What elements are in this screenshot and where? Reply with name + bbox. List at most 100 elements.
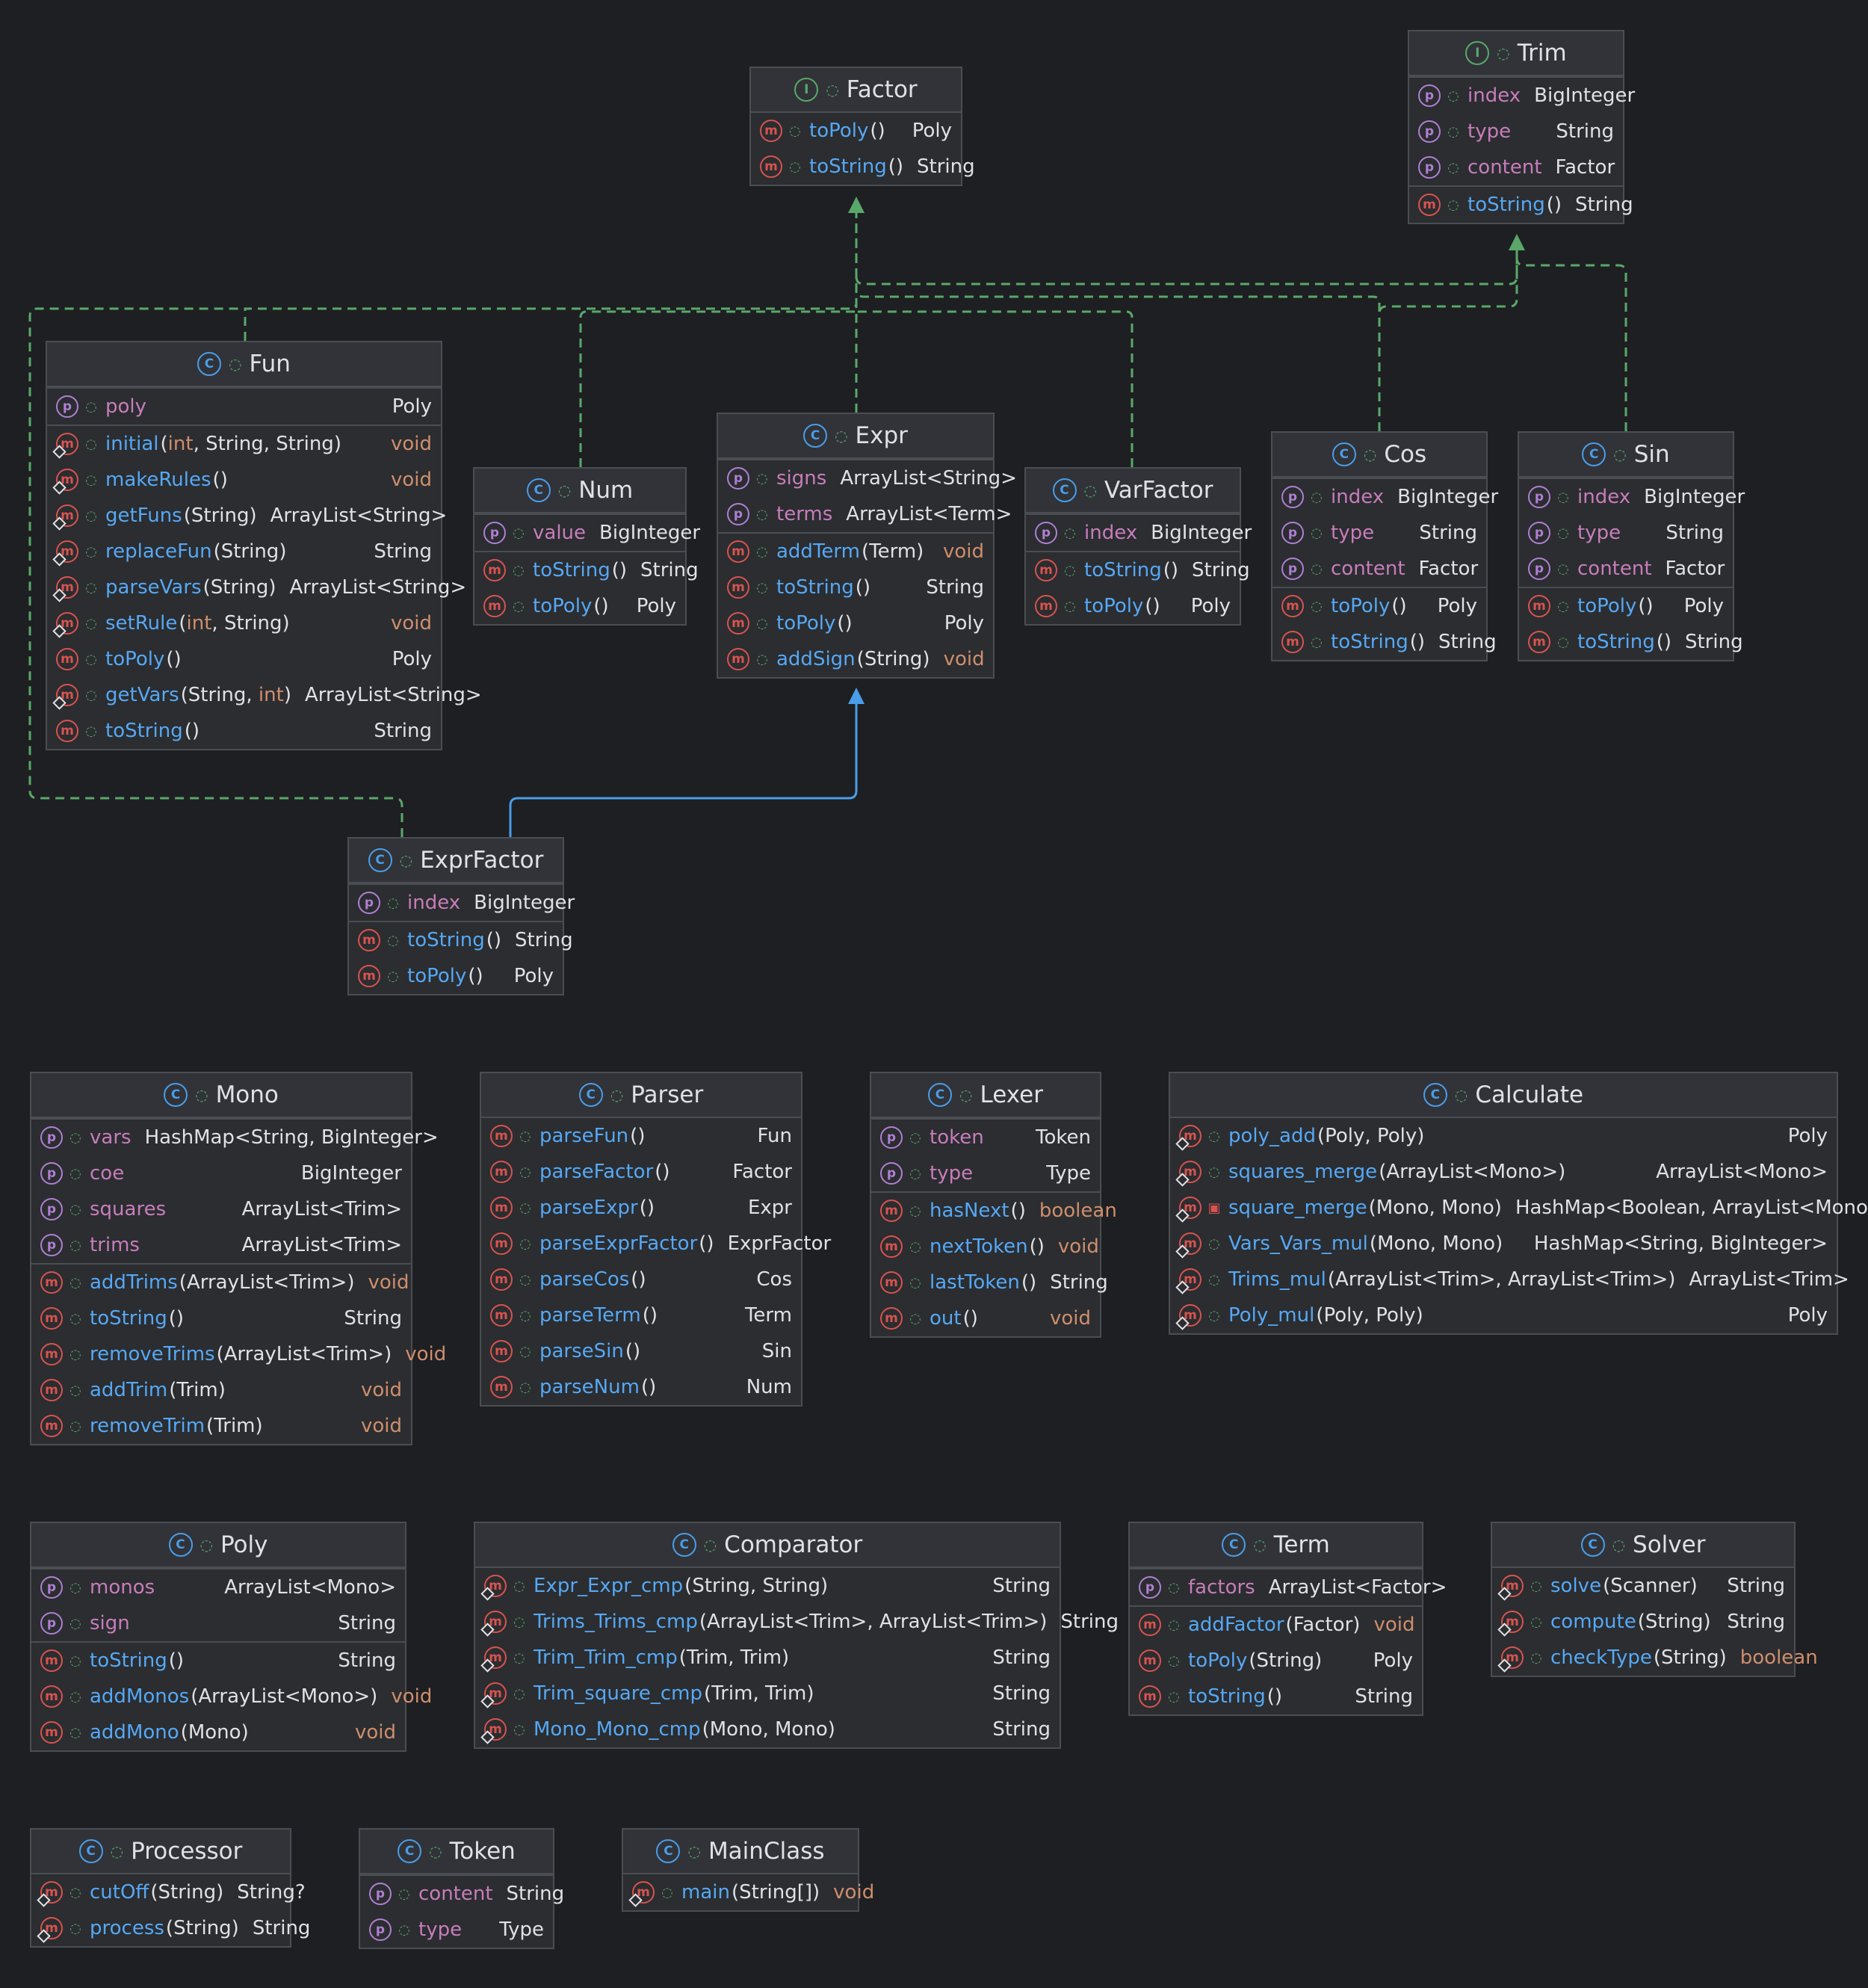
method-row[interactable]: m ◌ nextToken() void xyxy=(871,1229,1100,1265)
method-row[interactable]: m ◌ toString() String xyxy=(474,552,699,588)
method-row[interactable]: m ◌ getFuns (String) ArrayList<String> xyxy=(47,498,447,534)
field-row[interactable]: p ◌ content String xyxy=(360,1876,564,1912)
field-row[interactable]: p ◌ vars HashMap<String, BigInteger> xyxy=(31,1120,439,1155)
method-row[interactable]: m ◌ parseExprFactor() ExprFactor xyxy=(481,1226,831,1262)
method-row[interactable]: m ◌ addTerm (Term) void xyxy=(718,534,993,569)
method-row[interactable]: m ◌ parseNum() Num xyxy=(481,1369,801,1405)
method-row[interactable]: m ◌ parseFun() Fun xyxy=(481,1118,801,1154)
field-row[interactable]: p ◌ index BigInteger xyxy=(1026,515,1252,551)
method-row[interactable]: m ◌ removeTrims (ArrayList<Trim>) void xyxy=(31,1336,446,1372)
class-box-mono[interactable]: C ◌ Mono p ◌ vars HashMap<String, BigInteger> p… xyxy=(30,1072,446,1445)
method-row[interactable]: m ◌ addSign (String) void xyxy=(718,641,993,677)
method-row[interactable]: m ◌ toString() String xyxy=(1409,187,1633,223)
field-row[interactable]: p ◌ content Factor xyxy=(1409,149,1623,185)
method-row[interactable]: m ◌ toPoly() Poly xyxy=(1026,588,1240,624)
method-row[interactable]: m ◌ addMonos (ArrayList<Mono>) void xyxy=(31,1679,432,1714)
method-row[interactable]: m ◌ toPoly() Poly xyxy=(474,588,685,624)
class-box-exprfactor[interactable]: C ◌ ExprFactor p ◌ index BigInteger m ◌ toString(… xyxy=(347,837,575,995)
method-row[interactable]: m ◌ toString() String xyxy=(1519,624,1743,660)
field-row[interactable]: p ◌ monos ArrayList<Mono> xyxy=(31,1569,405,1605)
field-row[interactable]: p ◌ sign String xyxy=(31,1605,405,1641)
field-row[interactable]: p ◌ token Token xyxy=(871,1120,1100,1155)
class-box-sin[interactable]: C ◌ Sin p ◌ index BigInteger p ◌ type String p ◌ cont… xyxy=(1518,431,1745,661)
class-box-comparator[interactable]: C ◌ Comparator m ◌ Expr_Expr_cmp (String, Stri… xyxy=(474,1522,1119,1749)
field-row[interactable]: p ◌ index BigInteger xyxy=(349,885,575,921)
method-row[interactable]: m ◌ replaceFun (String) String xyxy=(47,534,441,569)
method-row[interactable]: m ◌ toString() String xyxy=(1026,552,1250,588)
class-box-factor[interactable]: I ◌ Factor m ◌ toPoly() Poly m ◌ toString() String xyxy=(749,67,975,186)
field-row[interactable]: p ◌ trims ArrayList<Trim> xyxy=(31,1227,411,1263)
method-row[interactable]: m ◌ toString() String xyxy=(31,1643,405,1679)
field-row[interactable]: p ◌ coe BigInteger xyxy=(31,1155,411,1191)
method-row[interactable]: m ◌ checkType (String) boolean xyxy=(1492,1640,1818,1676)
method-row[interactable]: m ◌ main (String[]) void xyxy=(623,1874,874,1910)
class-box-solver[interactable]: C ◌ Solver m ◌ solve (Scanner) String m ◌ compute(… xyxy=(1491,1522,1818,1677)
field-row[interactable]: p ◌ squares ArrayList<Trim> xyxy=(31,1191,411,1227)
class-box-expr[interactable]: C ◌ Expr p ◌ signs ArrayList<String> p ◌ terms Arr… xyxy=(717,413,1017,679)
method-row[interactable]: m ◌ removeTrim (Trim) void xyxy=(31,1408,411,1444)
method-row[interactable]: m ◌ Trim_square_cmp (Trim, Trim) String xyxy=(475,1676,1060,1711)
method-row[interactable]: m ◌ toString() String xyxy=(751,149,975,185)
field-row[interactable]: p ◌ type String xyxy=(1409,114,1623,149)
method-row[interactable]: m ◌ toPoly() Poly xyxy=(349,958,563,994)
method-row[interactable]: m ◌ poly_add (Poly, Poly) Poly xyxy=(1170,1118,1837,1154)
method-row[interactable]: m ◌ toString() String xyxy=(349,922,573,958)
method-row[interactable]: m ◌ Expr_Expr_cmp (String, String) String xyxy=(475,1568,1060,1604)
method-row[interactable]: m ◌ toPoly() Poly xyxy=(1272,588,1486,624)
field-row[interactable]: p ◌ value BigInteger xyxy=(474,515,700,551)
method-row[interactable]: m ◌ cutOff (String) String? xyxy=(31,1874,306,1910)
method-row[interactable]: m ◌ Trims_Trims_cmp (ArrayList<Trim>, Array… xyxy=(475,1604,1119,1640)
method-row[interactable]: m ◌ makeRules() void xyxy=(47,462,441,498)
method-row[interactable]: m ▣ square_merge (Mono, Mono) HashMap<Boolea… xyxy=(1170,1190,1868,1226)
field-row[interactable]: p ◌ index BigInteger xyxy=(1409,78,1635,114)
class-box-varfactor[interactable]: C ◌ VarFactor p ◌ index BigInteger m ◌ toString()… xyxy=(1024,467,1252,626)
method-row[interactable]: m ◌ toPoly() Poly xyxy=(47,641,441,677)
method-row[interactable]: m ◌ toString() String xyxy=(1272,624,1497,660)
field-row[interactable]: p ◌ type String xyxy=(1272,515,1486,551)
method-row[interactable]: m ◌ parseSin() Sin xyxy=(481,1333,801,1369)
method-row[interactable]: m ◌ getVars (String, int) ArrayList<String> xyxy=(47,677,482,713)
field-row[interactable]: p ◌ content Factor xyxy=(1272,551,1486,587)
field-row[interactable]: p ◌ poly Poly xyxy=(47,389,441,425)
field-row[interactable]: p ◌ type String xyxy=(1519,515,1733,551)
method-row[interactable]: m ◌ Vars_Vars_mul (Mono, Mono) HashMap<Strin… xyxy=(1170,1226,1837,1262)
field-row[interactable]: p ◌ terms ArrayList<Term> xyxy=(718,496,1012,532)
method-row[interactable]: m ◌ parseCos() Cos xyxy=(481,1262,801,1297)
method-row[interactable]: m ◌ toString() String xyxy=(31,1300,411,1336)
method-row[interactable]: m ◌ toPoly() Poly xyxy=(1519,588,1733,624)
class-box-calculate[interactable]: C ◌ Calculate m ◌ poly_add (Poly, Poly) Poly m ◌ s… xyxy=(1169,1072,1868,1335)
class-box-fun[interactable]: C ◌ Fun p ◌ poly Poly m ◌ initial (int, String, St… xyxy=(46,341,482,750)
class-box-parser[interactable]: C ◌ Parser m ◌ parseFun() Fun m ◌ parseFactor() Fa… xyxy=(480,1072,831,1407)
class-box-trim[interactable]: I ◌ Trim p ◌ index BigInteger p ◌ type String p ◌ con… xyxy=(1408,30,1635,224)
method-row[interactable]: m ◌ Mono_Mono_cmp (Mono, Mono) String xyxy=(475,1711,1060,1747)
method-row[interactable]: m ◌ process (String) String xyxy=(31,1910,310,1946)
method-row[interactable]: m ◌ parseTerm() Term xyxy=(481,1297,801,1333)
method-row[interactable]: m ◌ Poly_mul (Poly, Poly) Poly xyxy=(1170,1297,1837,1333)
class-box-lexer[interactable]: C ◌ Lexer p ◌ token Token p ◌ type Type m ◌ hasNext()… xyxy=(870,1072,1117,1338)
method-row[interactable]: m ◌ addTrims (ArrayList<Trim>) void xyxy=(31,1265,411,1300)
method-row[interactable]: m ◌ parseVars (String) ArrayList<String> xyxy=(47,569,466,605)
class-box-cos[interactable]: C ◌ Cos p ◌ index BigInteger p ◌ type String p ◌ cont… xyxy=(1271,431,1498,661)
method-row[interactable]: m ◌ parseFactor() Factor xyxy=(481,1154,801,1190)
method-row[interactable]: m ◌ toString() String xyxy=(47,713,441,749)
field-row[interactable]: p ◌ factors ArrayList<Factor> xyxy=(1130,1569,1447,1605)
method-row[interactable]: m ◌ out() void xyxy=(871,1300,1100,1336)
method-row[interactable]: m ◌ toPoly() Poly xyxy=(751,113,961,149)
method-row[interactable]: m ◌ squares_merge (ArrayList<Mono>) ArrayLis… xyxy=(1170,1154,1837,1190)
class-box-mainclass[interactable]: C ◌ MainClass m ◌ main (String[]) void xyxy=(622,1828,874,1912)
method-row[interactable]: m ◌ toString() String xyxy=(1130,1679,1422,1714)
class-box-token[interactable]: C ◌ Token p ◌ content String p ◌ type Type xyxy=(359,1828,564,1949)
method-row[interactable]: m ◌ lastToken() String xyxy=(871,1265,1108,1300)
method-row[interactable]: m ◌ hasNext() boolean xyxy=(871,1193,1117,1229)
field-row[interactable]: p ◌ index BigInteger xyxy=(1272,479,1498,515)
method-row[interactable]: m ◌ addMono (Mono) void xyxy=(31,1714,405,1750)
method-row[interactable]: m ◌ addFactor (Factor) void xyxy=(1130,1607,1422,1643)
field-row[interactable]: p ◌ signs ArrayList<String> xyxy=(718,460,1017,496)
method-row[interactable]: m ◌ solve (Scanner) String xyxy=(1492,1568,1794,1604)
method-row[interactable]: m ◌ initial (int, String, String) void xyxy=(47,426,441,462)
method-row[interactable]: m ◌ addTrim (Trim) void xyxy=(31,1372,411,1408)
method-row[interactable]: m ◌ setRule (int, String) void xyxy=(47,605,441,641)
method-row[interactable]: m ◌ parseExpr() Expr xyxy=(481,1190,801,1226)
method-row[interactable]: m ◌ compute (String) String xyxy=(1492,1604,1794,1640)
field-row[interactable]: p ◌ type Type xyxy=(871,1155,1100,1191)
